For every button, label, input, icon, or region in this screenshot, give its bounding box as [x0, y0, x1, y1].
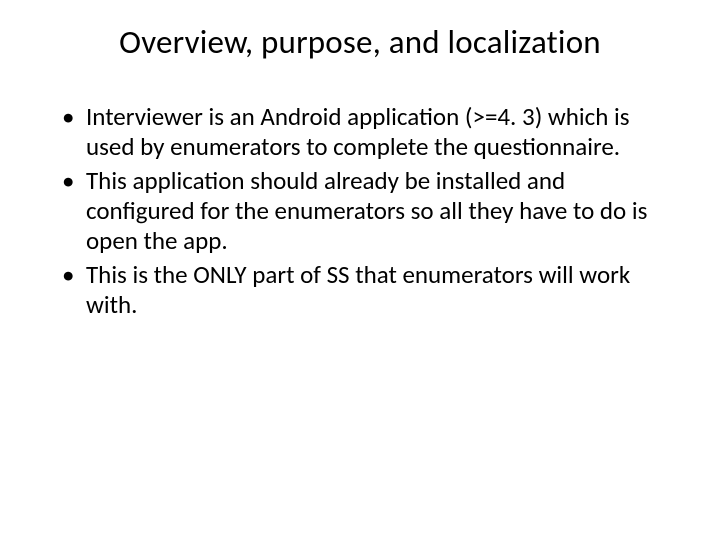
bullet-item: Interviewer is an Android application (>… — [58, 102, 662, 162]
slide-body: Interviewer is an Android application (>… — [58, 102, 662, 324]
bullet-item: This application should already be insta… — [58, 166, 662, 256]
bullet-list: Interviewer is an Android application (>… — [58, 102, 662, 320]
slide-title: Overview, purpose, and localization — [58, 22, 662, 62]
bullet-item: This is the ONLY part of SS that enumera… — [58, 260, 662, 320]
slide: Overview, purpose, and localization Inte… — [0, 0, 720, 540]
